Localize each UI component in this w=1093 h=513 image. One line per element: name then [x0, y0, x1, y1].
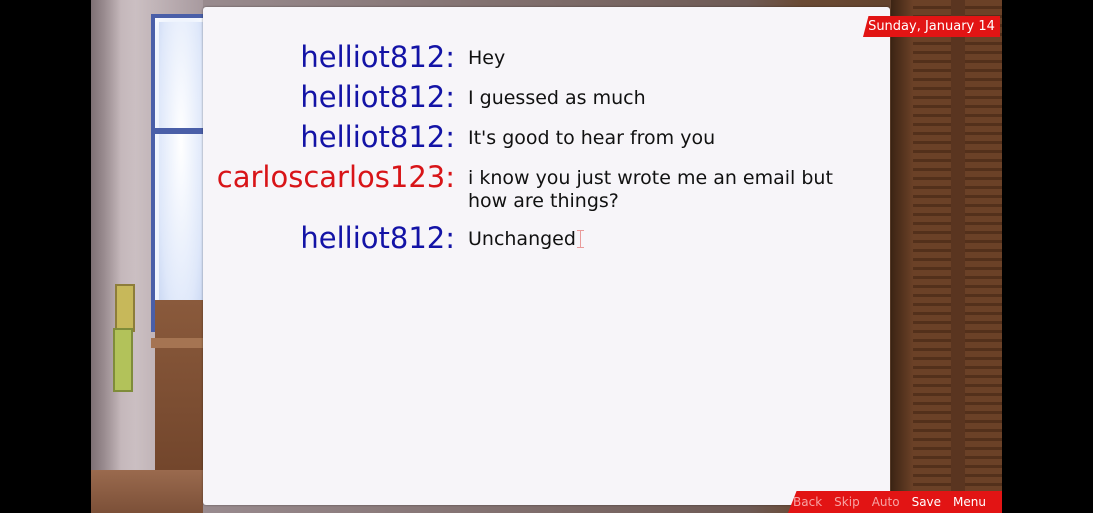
closet-edge: [891, 0, 913, 513]
message-text-line: Unchanged: [468, 228, 868, 251]
save-button[interactable]: Save: [912, 495, 941, 509]
message-sender: helliot812:: [300, 120, 455, 154]
window-frame-bar: [155, 128, 207, 134]
message-sender: helliot812:: [300, 40, 455, 74]
message-text: Unchanged: [468, 228, 576, 250]
desk-top: [151, 338, 203, 348]
quick-menu: Back Skip Auto Save Menu: [788, 491, 1002, 513]
message-sender: helliot812:: [300, 221, 455, 255]
closet-frame: [951, 0, 965, 513]
skip-button[interactable]: Skip: [834, 495, 860, 509]
wall-picture-frame: [113, 328, 133, 392]
bedroom-window: [151, 14, 207, 332]
message-sender: carloscarlos123:: [216, 160, 455, 194]
wall-picture-frame: [115, 284, 135, 332]
text-cursor-icon: [576, 230, 587, 248]
message-text: Hey: [468, 47, 506, 69]
floor: [91, 470, 203, 513]
back-button[interactable]: Back: [793, 495, 822, 509]
message-text: I guessed as much: [468, 87, 646, 109]
auto-button[interactable]: Auto: [872, 495, 900, 509]
message-text: i know you just wrote me an email but ho…: [468, 167, 833, 212]
chat-window: helliot812: Hey helliot812: I guessed as…: [203, 7, 890, 505]
date-badge: Sunday, January 14: [863, 16, 1000, 37]
message-sender: helliot812:: [300, 80, 455, 114]
message-text: It's good to hear from you: [468, 127, 716, 149]
menu-button[interactable]: Menu: [953, 495, 986, 509]
window-light: [159, 22, 203, 322]
wall-shadow: [91, 0, 121, 513]
